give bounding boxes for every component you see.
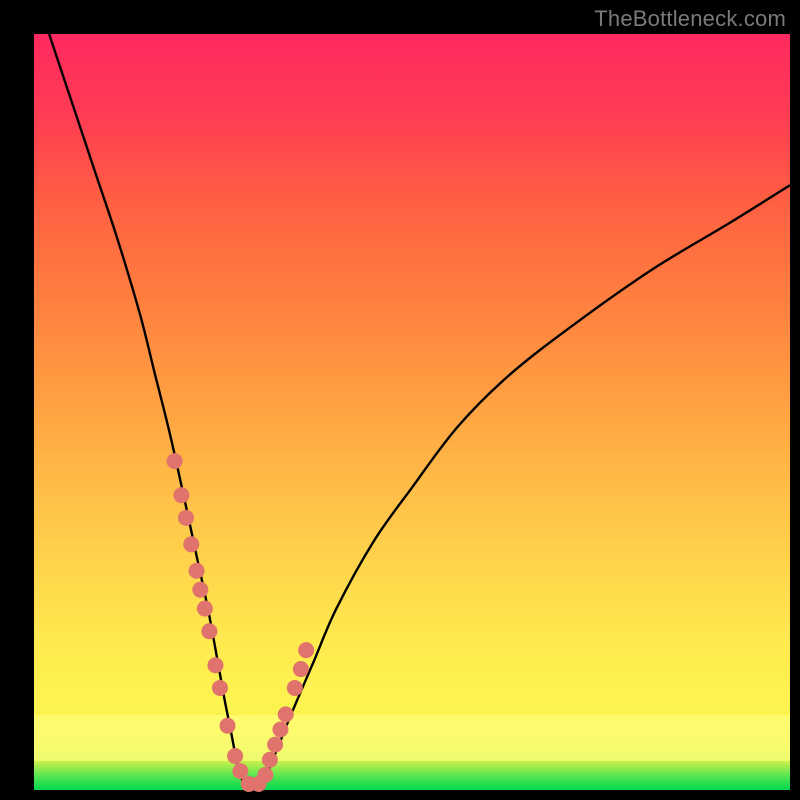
- highlight-dot: [167, 453, 183, 469]
- highlight-dot: [227, 748, 243, 764]
- chart-frame: TheBottleneck.com: [0, 0, 800, 800]
- highlight-dot: [278, 706, 294, 722]
- highlight-dot: [192, 582, 208, 598]
- highlight-dot: [293, 661, 309, 677]
- highlight-dot: [267, 737, 283, 753]
- highlight-dot: [220, 718, 236, 734]
- highlight-dot: [272, 722, 288, 738]
- highlight-dot: [287, 680, 303, 696]
- highlight-dot: [173, 487, 189, 503]
- highlight-dot: [183, 536, 199, 552]
- highlight-dot: [212, 680, 228, 696]
- highlight-dot: [201, 623, 217, 639]
- highlight-dots-group: [167, 453, 315, 792]
- highlight-dot: [197, 601, 213, 617]
- chart-svg: [34, 34, 790, 790]
- highlight-dot: [189, 563, 205, 579]
- highlight-dot: [298, 642, 314, 658]
- highlight-dot: [262, 752, 278, 768]
- highlight-dot: [178, 510, 194, 526]
- highlight-dot: [207, 657, 223, 673]
- watermark-text: TheBottleneck.com: [594, 6, 786, 32]
- highlight-dot: [257, 767, 273, 783]
- plot-area: [34, 34, 790, 790]
- bottleneck-curve: [49, 34, 790, 788]
